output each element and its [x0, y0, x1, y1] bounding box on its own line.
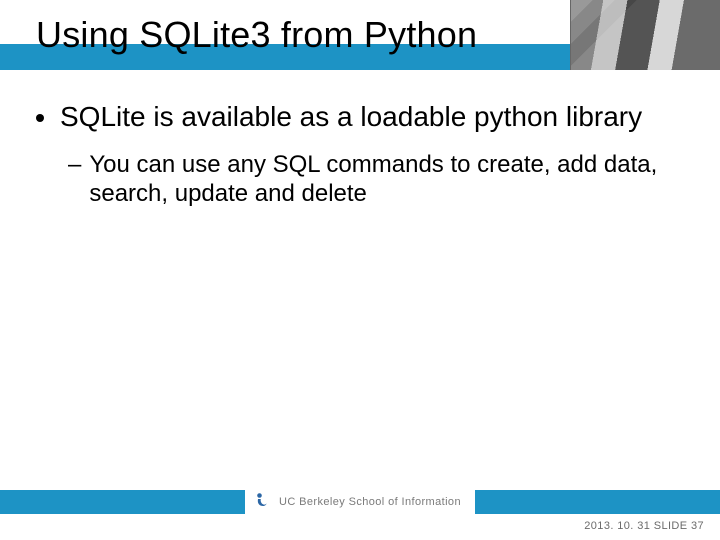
bullet-text: You can use any SQL commands to create, … — [89, 150, 684, 209]
header-decorative-image — [570, 0, 720, 70]
slide-body: SQLite is available as a loadable python… — [36, 100, 684, 209]
bullet-level-2: – You can use any SQL commands to create… — [68, 150, 684, 209]
bullet-dash-icon: – — [68, 150, 81, 179]
footer-date: 2013. 10. 31 — [584, 520, 650, 532]
slide-title: Using SQLite3 from Python — [36, 14, 477, 56]
slide: Using SQLite3 from Python SQLite is avai… — [0, 0, 720, 540]
footer-slide-number: SLIDE 37 — [654, 520, 704, 532]
bullet-dot-icon — [36, 114, 44, 122]
ischool-logo-icon — [251, 492, 271, 512]
footer-band: UC Berkeley School of Information — [0, 490, 720, 514]
footer-logo-text: UC Berkeley School of Information — [279, 496, 461, 508]
footer-logo: UC Berkeley School of Information — [245, 490, 475, 514]
footer-meta: 2013. 10. 31 SLIDE 37 — [584, 520, 704, 532]
bullet-text: SQLite is available as a loadable python… — [60, 100, 642, 134]
bullet-level-1: SQLite is available as a loadable python… — [36, 100, 684, 134]
